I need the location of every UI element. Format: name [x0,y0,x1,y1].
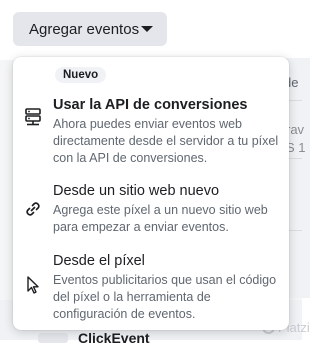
server-icon [25,108,41,126]
event-row-label: ClickEvent [78,330,150,346]
menu-item-description: Agrega este píxel a un nuevo sitio web p… [53,203,268,234]
caret-down-icon [141,26,153,32]
menu-item-title: Desde el píxel [53,253,145,269]
menu-item-conversions-api[interactable]: Usar la API de conversiones Ahora puedes… [13,91,289,167]
add-events-label: Agregar eventos [29,20,140,38]
menu-item-title: Desde un sitio web nuevo [53,183,220,199]
add-events-menu: Nuevo Usar la API de conversiones Ahora … [13,57,289,330]
menu-item-description: Eventos publicitarios que usan el código… [53,273,277,321]
new-badge: Nuevo [55,67,107,83]
background-placeholder [38,333,68,343]
cursor-icon [27,276,39,294]
menu-item-from-pixel[interactable]: Desde el píxel Eventos publicitarios que… [13,245,289,325]
add-events-dropdown-button[interactable]: Agregar eventos [13,12,167,46]
menu-item-description: Ahora puedes enviar eventos web directam… [53,117,279,165]
link-icon [26,202,40,216]
menu-item-title: Usar la API de conversiones [53,97,248,113]
menu-item-new-website[interactable]: Desde un sitio web nuevo Agrega este píx… [13,175,289,237]
